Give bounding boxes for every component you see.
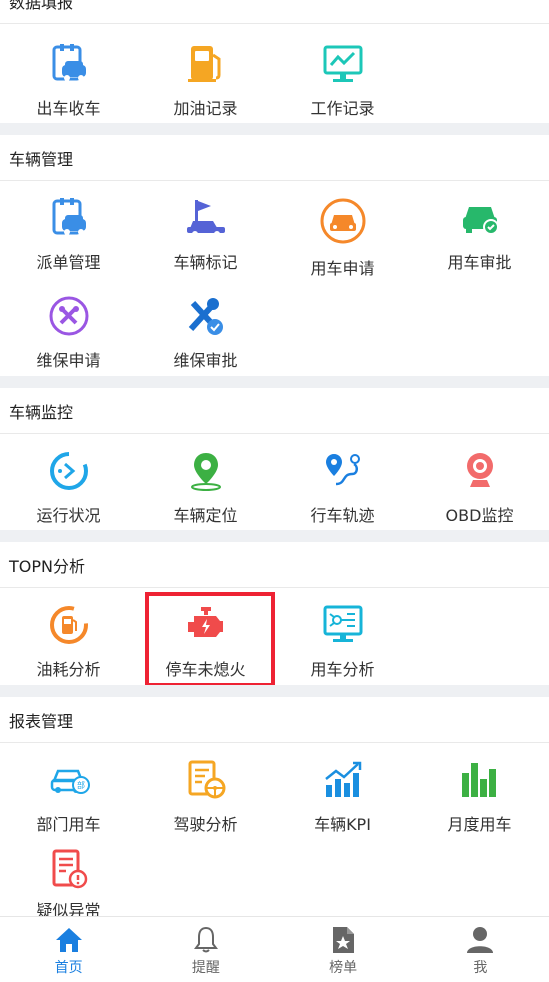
engine-icon <box>185 604 227 646</box>
tile-label: 维保申请 <box>36 351 101 370</box>
tile-label: 用车审批 <box>447 253 512 272</box>
tile-label: OBD监控 <box>445 506 514 525</box>
car-clipboard-icon <box>48 197 90 239</box>
bottom-tab-bar: 首页 提醒 榜单 我 <box>0 916 549 982</box>
bar-chart-icon <box>459 759 501 801</box>
tile-label: 车辆KPI <box>314 815 371 834</box>
tile-car-apply[interactable]: 用车申请 <box>274 197 411 297</box>
section-title-text: 报表管理 <box>9 711 74 731</box>
fuel-pump-icon <box>185 43 227 85</box>
tile-monthly-usage[interactable]: 月度用车 <box>411 759 548 859</box>
section-title-text: TOPN分析 <box>9 556 85 576</box>
tab-label: 榜单 <box>329 960 358 976</box>
section-divider <box>0 123 549 135</box>
tile-label: 出车收车 <box>36 99 101 118</box>
tab-home[interactable]: 首页 <box>0 917 137 982</box>
tab-label: 我 <box>473 960 488 976</box>
tile-label: 用车申请 <box>310 259 375 278</box>
tile-label: 月度用车 <box>447 815 512 834</box>
tile-vehicle-mark[interactable]: 车辆标记 <box>137 197 274 297</box>
bell-icon <box>193 926 218 953</box>
tab-label: 首页 <box>54 960 83 976</box>
tile-label: 用车分析 <box>310 660 375 679</box>
doc-alert-icon <box>48 849 90 891</box>
status-circle-icon <box>48 450 90 492</box>
tile-label: 部门用车 <box>36 815 101 834</box>
tools-circle-icon <box>48 295 90 337</box>
tile-label: 车辆定位 <box>173 506 238 525</box>
section-title-text: 数据填报 <box>9 0 74 12</box>
section-title-reports: 报表管理 <box>0 697 549 743</box>
tab-me[interactable]: 我 <box>412 917 549 982</box>
tile-label: 工作记录 <box>310 99 375 118</box>
tab-ranking[interactable]: 榜单 <box>275 917 412 982</box>
map-pin-icon <box>185 450 227 492</box>
ranking-doc-icon <box>333 927 355 953</box>
tile-label: 驾驶分析 <box>173 815 238 834</box>
section-divider <box>0 530 549 542</box>
tile-driving-analysis[interactable]: 驾驶分析 <box>137 759 274 859</box>
car-flag-icon <box>185 197 227 239</box>
section-title-vehicle-monitor: 车辆监控 <box>0 388 549 434</box>
tile-label: 运行状况 <box>36 506 101 525</box>
webcam-icon <box>459 450 501 492</box>
tile-dept-usage[interactable]: 部 部门用车 <box>0 759 137 859</box>
car-circle-icon <box>319 197 367 245</box>
tile-car-approve[interactable]: 用车审批 <box>411 197 548 297</box>
section-title-vehicle-mgmt: 车辆管理 <box>0 135 549 181</box>
tile-label: 维保审批 <box>173 351 238 370</box>
bar-trend-icon <box>322 759 364 801</box>
car-dept-icon: 部 <box>48 759 90 801</box>
user-icon <box>467 927 494 953</box>
tab-label: 提醒 <box>191 960 220 976</box>
tile-label: 加油记录 <box>173 99 238 118</box>
tile-label: 派单管理 <box>36 253 101 272</box>
section-divider <box>0 376 549 388</box>
section-title-topn: TOPN分析 <box>0 542 549 588</box>
home-icon <box>55 928 82 952</box>
steering-doc-icon <box>185 759 227 801</box>
monitor-diagram-icon <box>322 604 364 646</box>
section-divider <box>0 685 549 697</box>
section-title-text: 车辆管理 <box>9 149 74 169</box>
route-icon <box>322 450 364 492</box>
tab-reminder[interactable]: 提醒 <box>137 917 274 982</box>
tile-label: 油耗分析 <box>36 660 101 679</box>
section-title-data-entry: 数据填报 <box>0 0 549 24</box>
monitor-chart-icon <box>322 43 364 85</box>
tile-dispatch[interactable]: 派单管理 <box>0 197 137 297</box>
tools-check-icon <box>185 295 227 337</box>
svg-text:部: 部 <box>77 780 85 790</box>
tile-label: 车辆标记 <box>173 253 238 272</box>
section-title-text: 车辆监控 <box>9 402 74 422</box>
tile-vehicle-kpi[interactable]: 车辆KPI <box>274 759 411 859</box>
tile-label: 停车未熄火 <box>165 660 246 679</box>
car-clipboard-icon <box>48 43 90 85</box>
car-check-icon <box>459 197 501 239</box>
tile-label: 行车轨迹 <box>310 506 375 525</box>
fuel-circle-icon <box>48 604 90 646</box>
